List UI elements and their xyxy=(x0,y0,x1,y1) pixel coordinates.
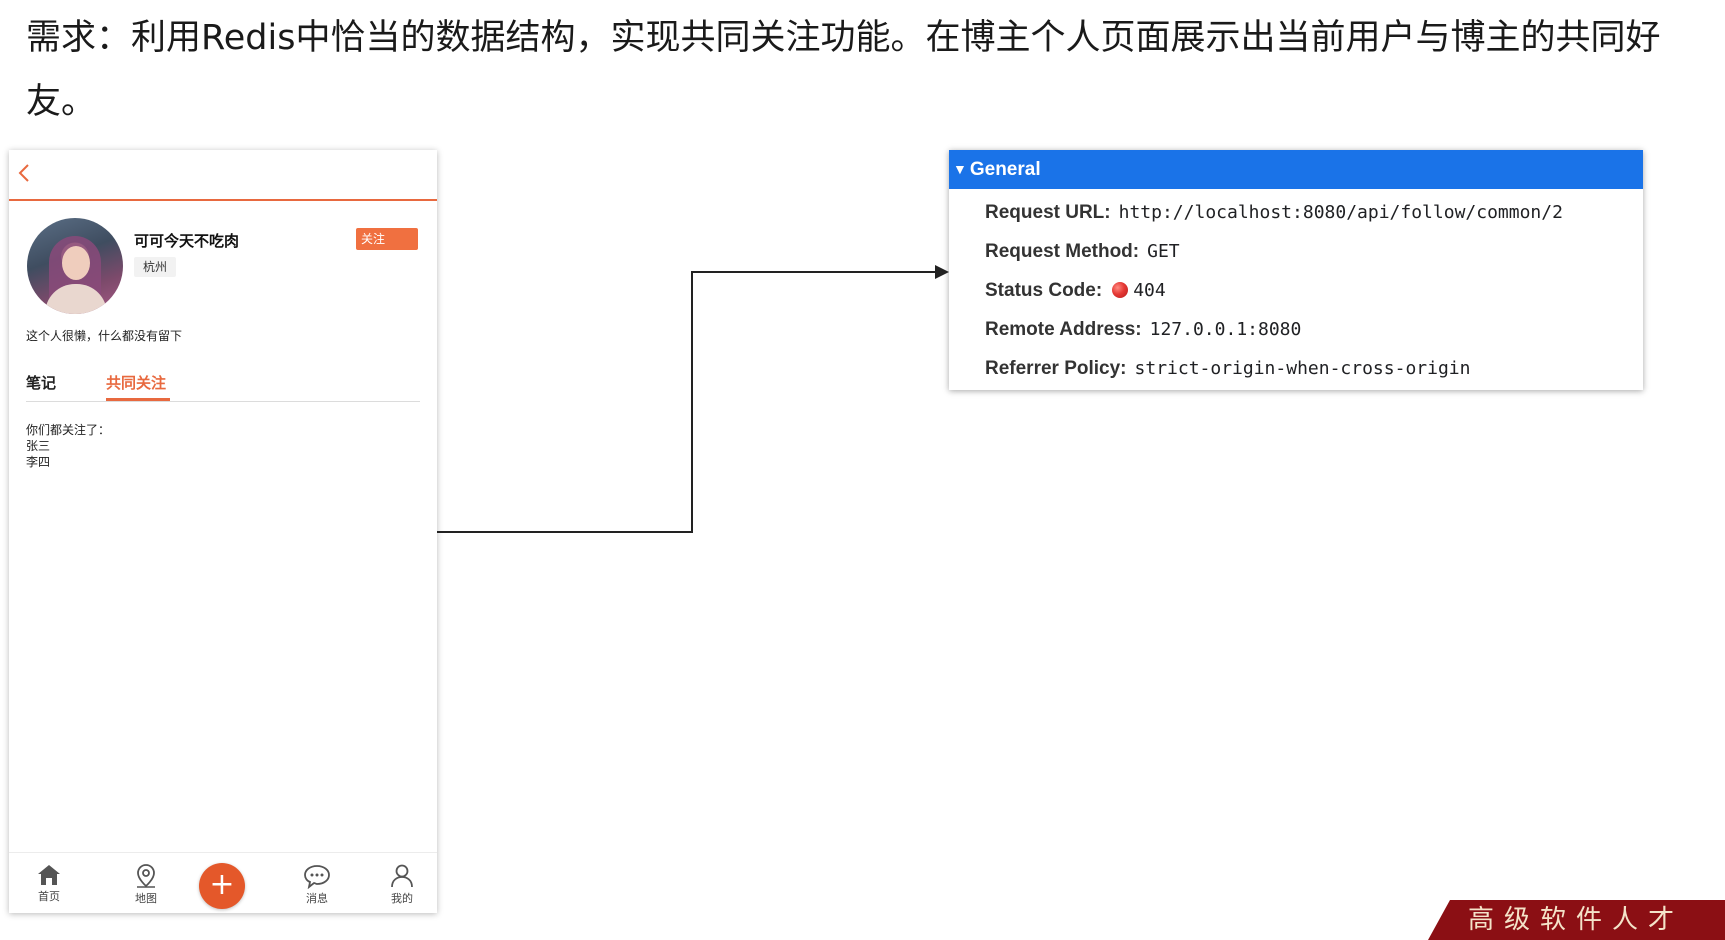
message-bubble-icon xyxy=(304,865,330,889)
status-code-value: 404 xyxy=(1133,280,1166,301)
remote-address-label: Remote Address: xyxy=(985,319,1142,340)
request-method-value: GET xyxy=(1147,241,1180,262)
tab-notes[interactable]: 笔记 xyxy=(26,372,56,393)
tab-divider xyxy=(26,401,420,402)
home-icon xyxy=(38,865,60,885)
referrer-policy-value: strict-origin-when-cross-origin xyxy=(1134,358,1471,379)
status-error-dot-icon xyxy=(1112,282,1129,298)
map-pin-icon xyxy=(137,864,155,888)
request-url-label: Request URL: xyxy=(985,202,1111,223)
collapse-triangle-icon: ▼ xyxy=(953,161,967,177)
request-url-row: Request URL: http://localhost:8080/api/fo… xyxy=(985,194,1563,232)
add-post-button[interactable]: + xyxy=(199,863,245,909)
devtools-general-panel: ▼ General Request URL: http://localhost:80… xyxy=(949,150,1643,390)
referrer-policy-row: Referrer Policy: strict-origin-when-cross… xyxy=(985,350,1470,388)
list-item[interactable]: 张三 xyxy=(26,438,110,454)
city-tag: 杭州 xyxy=(134,257,177,277)
requirement-text: 需求：利用Redis中恰当的数据结构，实现共同关注功能。在博主个人页面展示出当前… xyxy=(26,18,1661,122)
tabbar-map[interactable]: 地图 xyxy=(116,863,176,906)
tabbar-message[interactable]: 消息 xyxy=(287,863,347,906)
user-icon xyxy=(391,864,413,888)
tabbar-home[interactable]: 首页 xyxy=(19,863,79,904)
tabbar-mine[interactable]: 我的 xyxy=(372,863,432,906)
request-url-value: http://localhost:8080/api/follow/common/… xyxy=(1118,202,1563,223)
tabbar-home-label: 首页 xyxy=(38,890,60,903)
avatar xyxy=(27,218,123,314)
blogger-nickname: 可可今天不吃肉 xyxy=(134,232,240,250)
status-code-row: Status Code: 404 xyxy=(985,272,1166,310)
request-method-label: Request Method: xyxy=(985,241,1140,262)
common-follow-title: 你们都关注了： xyxy=(26,423,111,437)
watermark-banner: 高级软件人才 xyxy=(1428,900,1725,940)
tabbar-message-label: 消息 xyxy=(306,892,328,905)
remote-address-value: 127.0.0.1:8080 xyxy=(1149,319,1302,340)
follow-button[interactable]: 关注 xyxy=(356,228,418,250)
referrer-policy-label: Referrer Policy: xyxy=(985,358,1127,379)
general-section-title: General xyxy=(969,159,1041,180)
status-code-label: Status Code: xyxy=(985,280,1103,301)
phone-header xyxy=(9,150,437,201)
back-arrow-icon[interactable] xyxy=(13,161,37,185)
common-follow-list: 你们都关注了： 张三 李四 xyxy=(26,422,110,470)
list-item[interactable]: 李四 xyxy=(26,454,110,470)
request-method-row: Request Method: GET xyxy=(985,233,1180,271)
blogger-bio: 这个人很懒，什么都没有留下 xyxy=(26,329,183,343)
phone-mockup: 可可今天不吃肉 关注 杭州 这个人很懒，什么都没有留下 笔记 共同关注 你们都关… xyxy=(9,150,437,913)
remote-address-row: Remote Address: 127.0.0.1:8080 xyxy=(985,311,1301,349)
bottom-tabbar: 首页 地图 + 消息 我的 xyxy=(9,852,437,913)
tabbar-map-label: 地图 xyxy=(135,892,157,905)
general-section-header[interactable]: ▼ General xyxy=(949,150,1643,189)
tabbar-mine-label: 我的 xyxy=(391,892,413,905)
tab-common-follow[interactable]: 共同关注 xyxy=(106,372,166,393)
